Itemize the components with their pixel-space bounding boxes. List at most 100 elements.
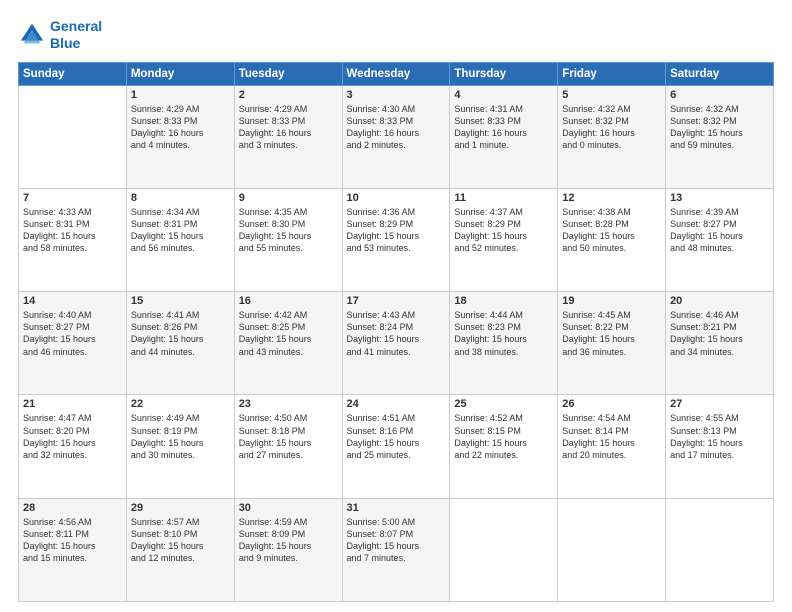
day-cell: 2 Sunrise: 4:29 AM Sunset: 8:33 PM Daylig… [234,85,342,188]
day-number: 12 [562,192,661,204]
day-cell [558,498,666,601]
day-cell: 25Sunrise: 4:52 AM Sunset: 8:15 PM Dayli… [450,395,558,498]
day-number: 1 [131,89,230,101]
day-info: Sunrise: 4:43 AM Sunset: 8:24 PM Dayligh… [347,309,446,358]
day-cell: 30Sunrise: 4:59 AM Sunset: 8:09 PM Dayli… [234,498,342,601]
day-cell: 11 Sunrise: 4:37 AM Sunset: 8:29 PM Dayli… [450,188,558,291]
day-cell: 15 Sunrise: 4:41 AM Sunset: 8:26 PM Dayli… [126,292,234,395]
col-header-monday: Monday [126,62,234,85]
day-info: Sunrise: 4:38 AM Sunset: 8:28 PM Dayligh… [562,206,661,255]
day-info: Sunrise: 4:29 AM Sunset: 8:33 PM Dayligh… [239,103,338,152]
col-header-thursday: Thursday [450,62,558,85]
week-row-2: 7 Sunrise: 4:33 AM Sunset: 8:31 PM Daylig… [19,188,774,291]
day-cell: 10Sunrise: 4:36 AM Sunset: 8:29 PM Dayli… [342,188,450,291]
day-cell: 21 Sunrise: 4:47 AM Sunset: 8:20 PM Dayli… [19,395,127,498]
day-number: 18 [454,295,553,307]
day-number: 15 [131,295,230,307]
logo: General Blue [18,18,102,52]
day-number: 6 [670,89,769,101]
week-row-1: 1 Sunrise: 4:29 AM Sunset: 8:33 PM Daylig… [19,85,774,188]
logo-text: General Blue [50,18,102,52]
day-info: Sunrise: 4:42 AM Sunset: 8:25 PM Dayligh… [239,309,338,358]
page: General Blue SundayMondayTuesdayWednesda… [0,0,792,612]
week-row-4: 21 Sunrise: 4:47 AM Sunset: 8:20 PM Dayli… [19,395,774,498]
day-info: Sunrise: 4:50 AM Sunset: 8:18 PM Dayligh… [239,412,338,461]
day-info: Sunrise: 4:40 AM Sunset: 8:27 PM Dayligh… [23,309,122,358]
day-info: Sunrise: 4:56 AM Sunset: 8:11 PM Dayligh… [23,516,122,565]
day-cell: 29 Sunrise: 4:57 AM Sunset: 8:10 PM Dayli… [126,498,234,601]
logo-icon [18,21,46,49]
day-info: Sunrise: 4:49 AM Sunset: 8:19 PM Dayligh… [131,412,230,461]
day-cell: 8 Sunrise: 4:34 AM Sunset: 8:31 PM Daylig… [126,188,234,291]
day-info: Sunrise: 4:46 AM Sunset: 8:21 PM Dayligh… [670,309,769,358]
day-cell: 20 Sunrise: 4:46 AM Sunset: 8:21 PM Dayli… [666,292,774,395]
day-cell: 23Sunrise: 4:50 AM Sunset: 8:18 PM Dayli… [234,395,342,498]
day-number: 31 [347,502,446,514]
day-cell: 18 Sunrise: 4:44 AM Sunset: 8:23 PM Dayli… [450,292,558,395]
day-info: Sunrise: 4:35 AM Sunset: 8:30 PM Dayligh… [239,206,338,255]
day-cell: 13 Sunrise: 4:39 AM Sunset: 8:27 PM Dayli… [666,188,774,291]
day-cell: 31 Sunrise: 5:00 AM Sunset: 8:07 PM Dayli… [342,498,450,601]
col-header-sunday: Sunday [19,62,127,85]
day-number: 10 [347,192,446,204]
day-info: Sunrise: 4:33 AM Sunset: 8:31 PM Dayligh… [23,206,122,255]
day-info: Sunrise: 4:34 AM Sunset: 8:31 PM Dayligh… [131,206,230,255]
col-header-tuesday: Tuesday [234,62,342,85]
day-number: 24 [347,398,446,410]
day-info: Sunrise: 5:00 AM Sunset: 8:07 PM Dayligh… [347,516,446,565]
col-header-saturday: Saturday [666,62,774,85]
day-cell: 22Sunrise: 4:49 AM Sunset: 8:19 PM Dayli… [126,395,234,498]
day-cell: 9 Sunrise: 4:35 AM Sunset: 8:30 PM Daylig… [234,188,342,291]
day-number: 30 [239,502,338,514]
day-info: Sunrise: 4:30 AM Sunset: 8:33 PM Dayligh… [347,103,446,152]
day-info: Sunrise: 4:32 AM Sunset: 8:32 PM Dayligh… [562,103,661,152]
day-info: Sunrise: 4:44 AM Sunset: 8:23 PM Dayligh… [454,309,553,358]
day-cell: 19 Sunrise: 4:45 AM Sunset: 8:22 PM Dayli… [558,292,666,395]
day-number: 20 [670,295,769,307]
col-header-friday: Friday [558,62,666,85]
day-cell: 12 Sunrise: 4:38 AM Sunset: 8:28 PM Dayli… [558,188,666,291]
day-number: 17 [347,295,446,307]
header: General Blue [18,18,774,52]
day-number: 19 [562,295,661,307]
day-info: Sunrise: 4:45 AM Sunset: 8:22 PM Dayligh… [562,309,661,358]
day-number: 16 [239,295,338,307]
day-cell [19,85,127,188]
day-number: 9 [239,192,338,204]
day-cell: 16 Sunrise: 4:42 AM Sunset: 8:25 PM Dayli… [234,292,342,395]
day-cell: 27 Sunrise: 4:55 AM Sunset: 8:13 PM Dayli… [666,395,774,498]
day-info: Sunrise: 4:32 AM Sunset: 8:32 PM Dayligh… [670,103,769,152]
day-info: Sunrise: 4:57 AM Sunset: 8:10 PM Dayligh… [131,516,230,565]
day-number: 29 [131,502,230,514]
day-cell: 3Sunrise: 4:30 AM Sunset: 8:33 PM Daylig… [342,85,450,188]
day-number: 21 [23,398,122,410]
day-cell: 24 Sunrise: 4:51 AM Sunset: 8:16 PM Dayli… [342,395,450,498]
day-cell: 7 Sunrise: 4:33 AM Sunset: 8:31 PM Daylig… [19,188,127,291]
day-number: 11 [454,192,553,204]
day-number: 13 [670,192,769,204]
day-number: 7 [23,192,122,204]
day-cell: 4Sunrise: 4:31 AM Sunset: 8:33 PM Daylig… [450,85,558,188]
day-number: 8 [131,192,230,204]
day-info: Sunrise: 4:51 AM Sunset: 8:16 PM Dayligh… [347,412,446,461]
day-cell: 28Sunrise: 4:56 AM Sunset: 8:11 PM Dayli… [19,498,127,601]
week-row-3: 14 Sunrise: 4:40 AM Sunset: 8:27 PM Dayli… [19,292,774,395]
day-number: 14 [23,295,122,307]
day-cell: 6 Sunrise: 4:32 AM Sunset: 8:32 PM Daylig… [666,85,774,188]
day-info: Sunrise: 4:39 AM Sunset: 8:27 PM Dayligh… [670,206,769,255]
day-cell: 5Sunrise: 4:32 AM Sunset: 8:32 PM Daylig… [558,85,666,188]
day-number: 27 [670,398,769,410]
day-info: Sunrise: 4:37 AM Sunset: 8:29 PM Dayligh… [454,206,553,255]
day-info: Sunrise: 4:55 AM Sunset: 8:13 PM Dayligh… [670,412,769,461]
day-cell [450,498,558,601]
day-info: Sunrise: 4:47 AM Sunset: 8:20 PM Dayligh… [23,412,122,461]
day-cell: 17 Sunrise: 4:43 AM Sunset: 8:24 PM Dayli… [342,292,450,395]
day-number: 2 [239,89,338,101]
header-row: SundayMondayTuesdayWednesdayThursdayFrid… [19,62,774,85]
day-info: Sunrise: 4:41 AM Sunset: 8:26 PM Dayligh… [131,309,230,358]
day-cell: 1Sunrise: 4:29 AM Sunset: 8:33 PM Daylig… [126,85,234,188]
day-cell: 26Sunrise: 4:54 AM Sunset: 8:14 PM Dayli… [558,395,666,498]
week-row-5: 28Sunrise: 4:56 AM Sunset: 8:11 PM Dayli… [19,498,774,601]
day-cell: 14 Sunrise: 4:40 AM Sunset: 8:27 PM Dayli… [19,292,127,395]
day-number: 4 [454,89,553,101]
